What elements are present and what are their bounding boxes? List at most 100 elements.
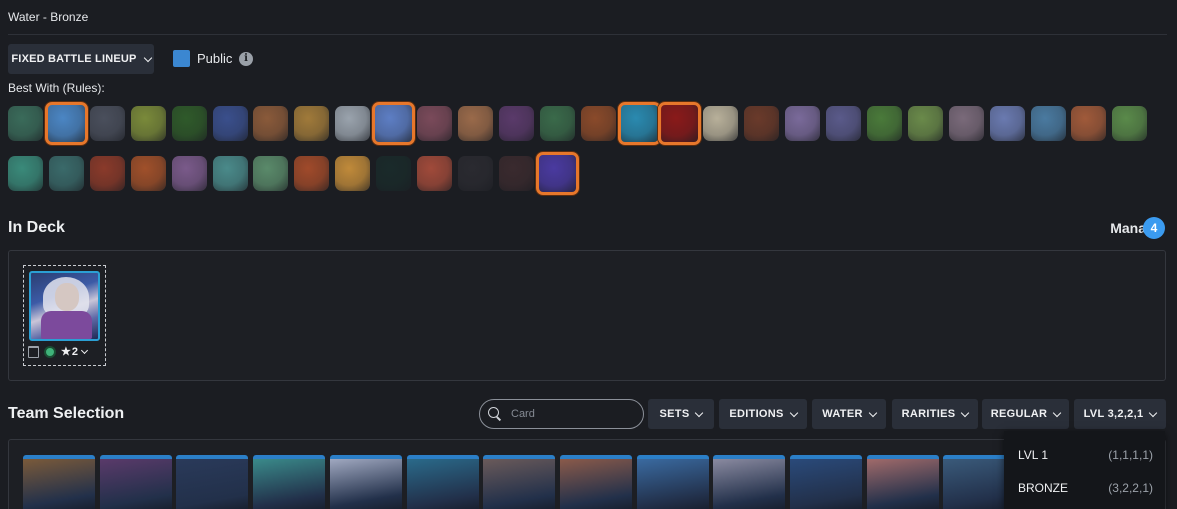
card-thumb-1[interactable]: [23, 455, 95, 509]
swamp-rule-icon[interactable]: [1112, 106, 1148, 141]
option-label: BRONZE: [1018, 481, 1069, 495]
bandage-rule-icon[interactable]: [417, 106, 452, 141]
level-selector[interactable]: ★ 2: [61, 345, 89, 358]
chevron-down-icon: [961, 408, 970, 417]
hooded-silhouette-rule-icon[interactable]: [89, 106, 125, 141]
raptor-rule-icon[interactable]: [539, 106, 575, 141]
best-with-rules-label: Best With (Rules):: [8, 81, 105, 95]
mana-badge: 4: [1143, 217, 1165, 239]
bullseye-rule-icon[interactable]: [498, 156, 534, 191]
divider: [8, 34, 1167, 35]
target-rule-icon[interactable]: [130, 106, 166, 141]
holy-fist-rule-icon[interactable]: [294, 106, 330, 141]
page-title: Water - Bronze: [8, 10, 89, 24]
eye-beam-rule-icon[interactable]: [498, 106, 534, 141]
mage-rule-icon[interactable]: [948, 106, 984, 141]
sets-filter-button[interactable]: SETS: [648, 399, 714, 429]
chevron-down-icon: [868, 408, 877, 417]
broken-tower-rule-icon[interactable]: [580, 106, 616, 141]
blue-blob-rule-icon[interactable]: [535, 152, 579, 195]
card-level: 2: [71, 345, 78, 358]
mana-label: Mana: [1110, 220, 1146, 236]
card-thumb-6[interactable]: [406, 455, 479, 509]
filter-label: SETS: [659, 408, 690, 420]
hands-rule-icon[interactable]: [457, 106, 493, 141]
card-thumb-12[interactable]: [866, 455, 939, 509]
deck-card[interactable]: ★ 2: [23, 265, 106, 366]
chevron-down-icon: [1149, 408, 1158, 417]
crossed-blades-rule-icon[interactable]: [826, 106, 861, 141]
card-thumb-7[interactable]: [483, 455, 556, 509]
diamond-rule-icon[interactable]: [376, 156, 412, 191]
card-portrait: [29, 271, 100, 341]
claw-rule-icon[interactable]: [417, 156, 452, 191]
card-thumb-10[interactable]: [713, 455, 786, 509]
chevron-down-icon: [80, 346, 89, 354]
ghost-rule-icon[interactable]: [703, 106, 739, 141]
option-values: (3,2,2,1): [1108, 481, 1153, 495]
level-dropdown-menu: LVL 1 (1,1,1,1) BRONZE (3,2,2,1): [1004, 431, 1165, 509]
filter-label: EDITIONS: [729, 408, 784, 420]
lightning-rule-icon[interactable]: [212, 106, 248, 141]
chevron-down-icon: [143, 53, 152, 62]
armored-shield-rule-icon[interactable]: [253, 106, 289, 141]
chains-rule-icon[interactable]: [89, 156, 125, 191]
water-filter-button[interactable]: WATER: [812, 399, 886, 429]
reflect-shield-rule-icon[interactable]: [171, 156, 207, 191]
chevron-down-icon: [695, 408, 704, 417]
star-icon: ★: [61, 346, 71, 358]
lightning-staff-rule-icon[interactable]: [253, 156, 289, 191]
filter-label: REGULAR: [990, 408, 1048, 420]
level-filter-button[interactable]: LVL 3,2,2,1: [1074, 399, 1166, 429]
goblin-rule-icon[interactable]: [866, 106, 902, 141]
deck-card-tools: ★ 2: [28, 345, 89, 358]
cloud-rule-icon[interactable]: [335, 106, 371, 141]
card-thumb-3[interactable]: [176, 455, 249, 509]
card-deck-rule-icon[interactable]: [1030, 106, 1066, 141]
level-option-lvl1[interactable]: LVL 1 (1,1,1,1): [1018, 448, 1153, 462]
card-thumb-4[interactable]: [253, 455, 326, 509]
level-option-bronze[interactable]: BRONZE (3,2,2,1): [1018, 481, 1153, 495]
burst-rule-icon[interactable]: [130, 156, 166, 191]
search-input[interactable]: [511, 408, 621, 420]
deck-panel: [8, 250, 1166, 381]
red-cards-rule-icon[interactable]: [1071, 106, 1107, 141]
crystal-orb-rule-icon[interactable]: [989, 106, 1025, 141]
explosion-rule-icon[interactable]: [8, 156, 43, 191]
card-thumb-8[interactable]: [559, 455, 632, 509]
poison-fog-rule-icon[interactable]: [171, 106, 207, 141]
barrage-rule-icon[interactable]: [457, 156, 493, 191]
foil-icon: [44, 345, 56, 358]
even-odd-cards-rule-icon[interactable]: [44, 102, 88, 145]
card-thumb-11[interactable]: [790, 455, 862, 509]
horned-helmet-rule-icon[interactable]: [372, 102, 416, 145]
public-label: Public: [197, 51, 233, 66]
hammer-rule-icon[interactable]: [744, 106, 780, 141]
card-thumb-5[interactable]: [329, 455, 402, 509]
fixed-battle-lineup-button[interactable]: FIXED BATTLE LINEUP: [8, 44, 154, 74]
lineup-label: FIXED BATTLE LINEUP: [11, 53, 137, 65]
beast-rule-icon[interactable]: [294, 156, 330, 191]
team-selection-title: Team Selection: [8, 405, 125, 422]
color-wheel-rule-icon[interactable]: [785, 106, 821, 141]
card-thumb-9[interactable]: [636, 455, 709, 509]
rarities-filter-button[interactable]: RARITIES: [892, 399, 978, 429]
regular-filter-button[interactable]: REGULAR: [982, 399, 1069, 429]
filter-label: LVL 3,2,2,1: [1083, 408, 1144, 420]
in-deck-title: In Deck: [8, 219, 65, 236]
goblin-brawler-rule-icon[interactable]: [8, 106, 43, 141]
chevron-down-icon: [789, 408, 798, 417]
heart-boost-rule-icon[interactable]: [617, 102, 661, 145]
public-checkbox[interactable]: [173, 50, 190, 67]
star-burst-rule-icon[interactable]: [335, 156, 371, 191]
trash-icon[interactable]: [28, 345, 39, 358]
melee-weapons-rule-icon[interactable]: [658, 102, 702, 145]
info-icon[interactable]: i: [239, 52, 253, 66]
radiant-rule-icon[interactable]: [212, 156, 248, 191]
search-icon: [488, 407, 502, 421]
editions-filter-button[interactable]: EDITIONS: [719, 399, 807, 429]
card-thumb-2[interactable]: [99, 455, 172, 509]
card-search[interactable]: [479, 399, 644, 429]
watching-eye-rule-icon[interactable]: [48, 156, 84, 191]
spark-warrior-rule-icon[interactable]: [907, 106, 943, 141]
